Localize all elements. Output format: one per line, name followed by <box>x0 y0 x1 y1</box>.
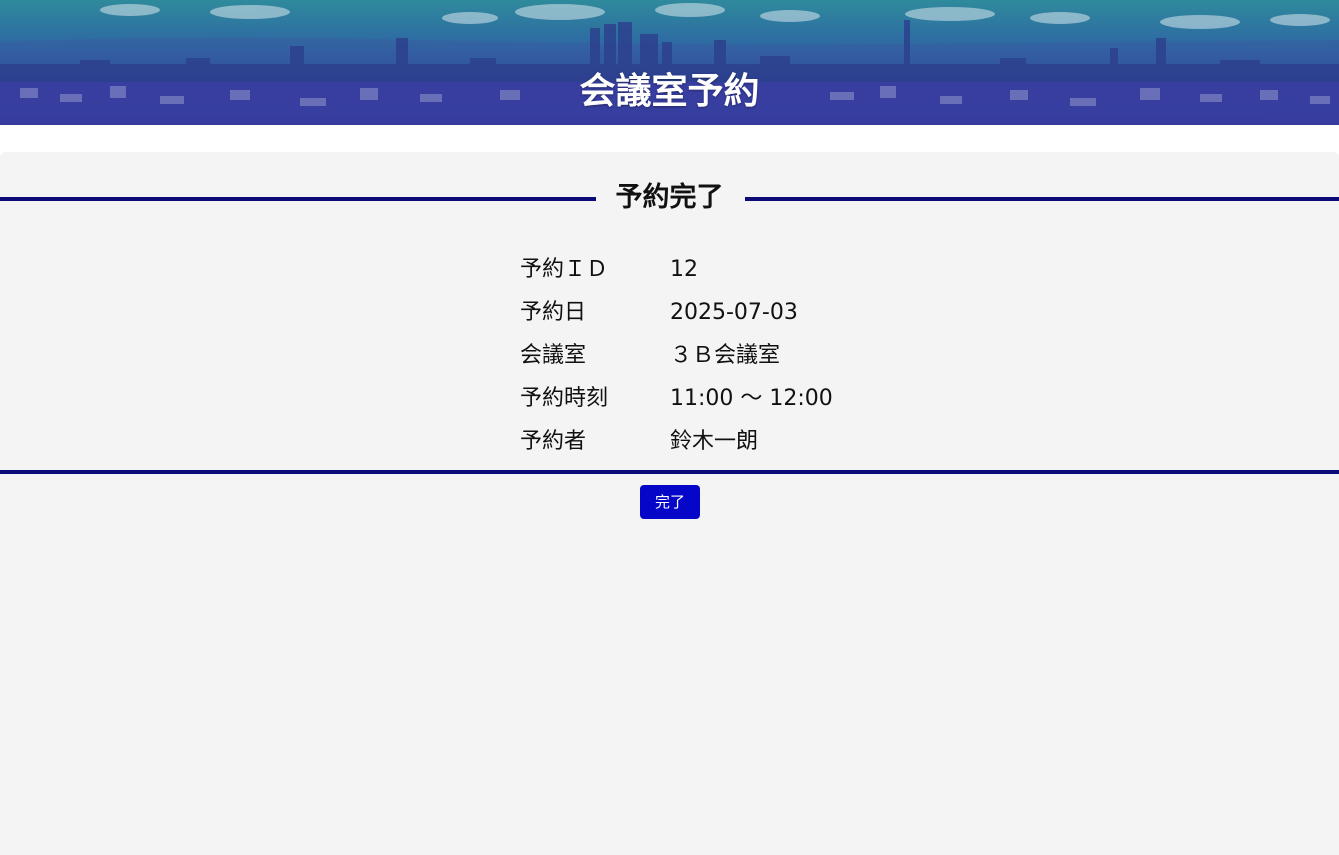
header-banner: 会議室予約 <box>0 0 1339 125</box>
done-button[interactable]: 完了 <box>640 485 700 519</box>
detail-value: 11:00 〜 12:00 <box>670 386 833 411</box>
page-title: 会議室予約 <box>579 71 760 112</box>
detail-label: 予約者 <box>520 429 587 454</box>
detail-value: 鈴木一朗 <box>670 429 759 454</box>
detail-value: 2025-07-03 <box>670 300 798 325</box>
main-panel: 予約完了 予約ＩＤ 12 予約日 2025-07-03 会議室 ３Ｂ会議室 予約… <box>0 152 1339 855</box>
detail-label: 会議室 <box>520 343 587 368</box>
bottom-divider <box>0 470 1339 474</box>
detail-value: 12 <box>670 257 698 282</box>
detail-label: 予約時刻 <box>520 386 609 411</box>
section-title: 予約完了 <box>615 182 724 213</box>
detail-label: 予約ＩＤ <box>520 257 609 282</box>
detail-label: 予約日 <box>520 300 587 325</box>
detail-value: ３Ｂ会議室 <box>670 343 781 368</box>
